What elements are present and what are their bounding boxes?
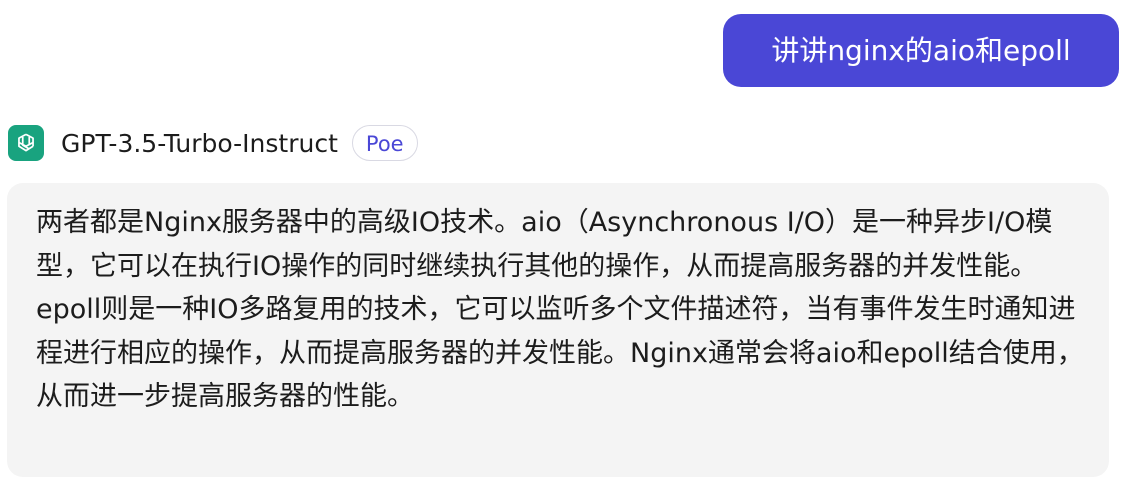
openai-logo-icon[interactable] xyxy=(8,125,44,161)
bot-header: GPT-3.5-Turbo-Instruct Poe xyxy=(8,123,418,163)
bot-message-text: 两者都是Nginx服务器中的高级IO技术。aio（Asynchronous I/… xyxy=(36,207,1084,412)
user-message-bubble: 讲讲nginx的aio和epoll xyxy=(723,14,1119,87)
bot-message-bubble: 两者都是Nginx服务器中的高级IO技术。aio（Asynchronous I/… xyxy=(7,183,1109,477)
user-message-text: 讲讲nginx的aio和epoll xyxy=(771,34,1071,67)
bot-name[interactable]: GPT-3.5-Turbo-Instruct xyxy=(61,129,338,158)
poe-badge[interactable]: Poe xyxy=(351,125,418,161)
